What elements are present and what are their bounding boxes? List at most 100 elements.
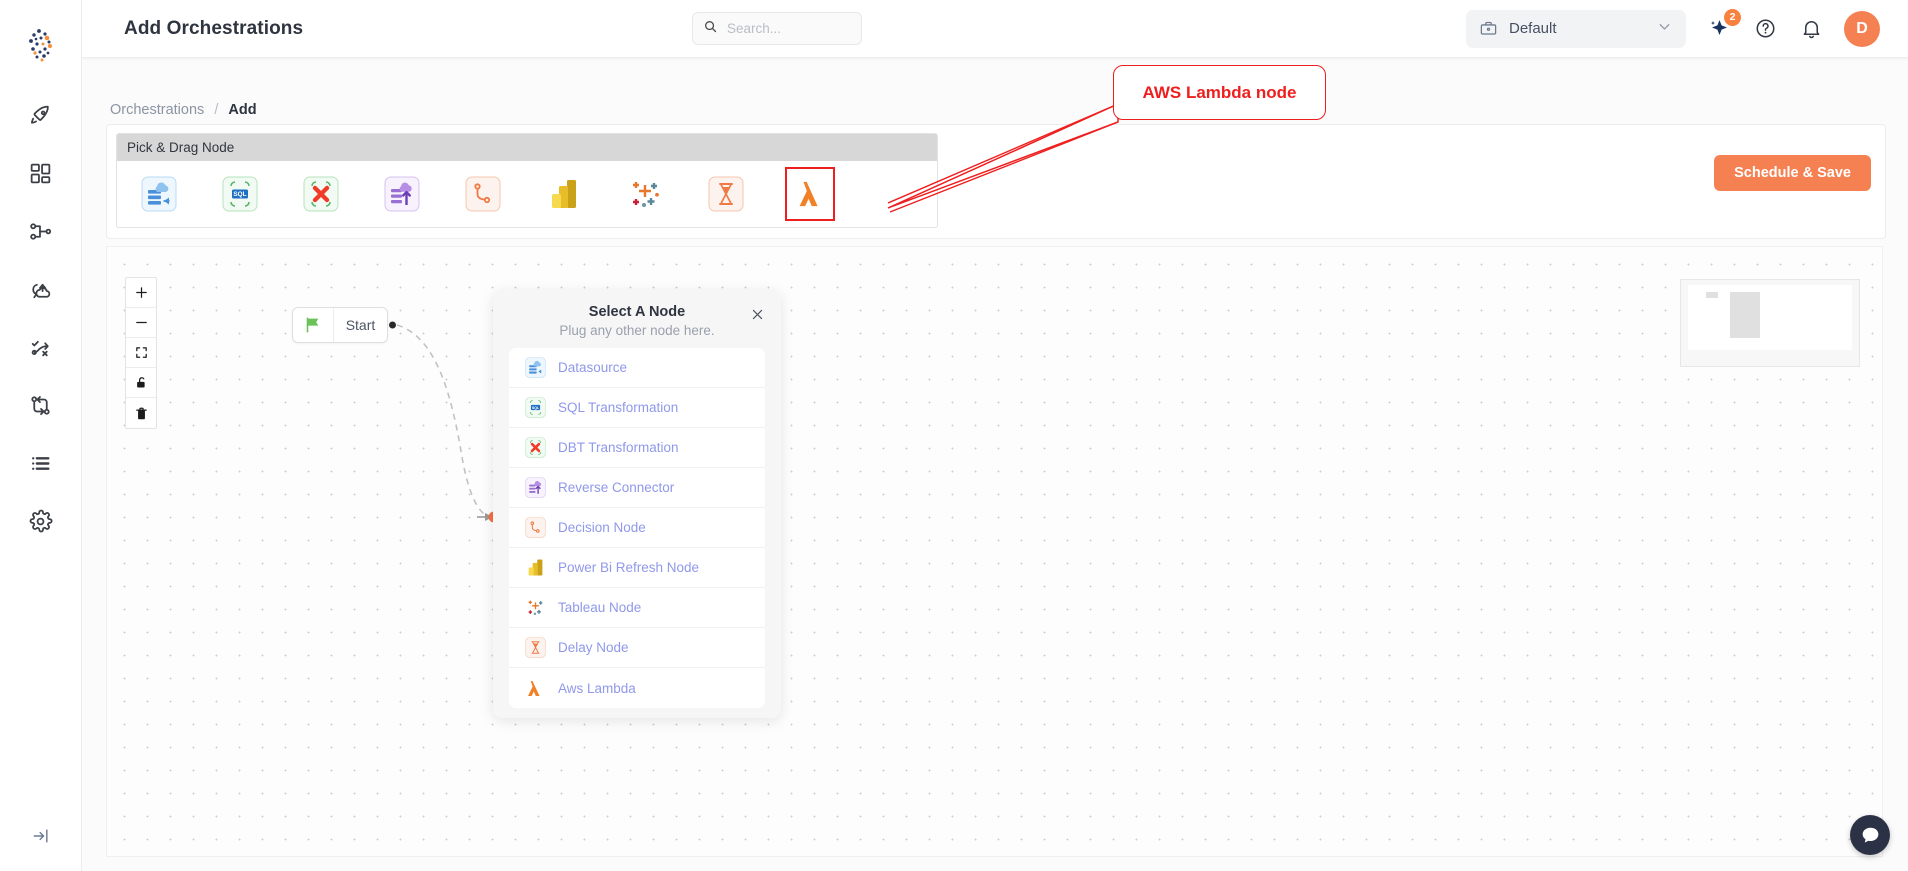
start-node-port[interactable] [389,321,396,329]
collapse-panel-icon[interactable] [24,823,58,849]
reverse-connector-icon [384,176,420,212]
breadcrumb-root[interactable]: Orchestrations [110,102,204,118]
node-option-decision-node[interactable]: Decision Node [509,508,765,548]
node-option-label: Aws Lambda [558,680,636,696]
avatar[interactable]: D [1844,10,1880,47]
breadcrumb: Orchestrations / Add [110,102,257,118]
fit-view-button[interactable] [126,338,156,368]
sidebar-item-launch[interactable] [20,100,62,130]
node-option-label: Datasource [558,360,628,375]
delay-node-icon [524,636,547,659]
palette-node-power-bi[interactable] [544,174,584,214]
node-option-sql-transformation[interactable]: SQL SQL Transformation [509,388,765,428]
palette-node-datasource[interactable] [139,174,179,214]
power-bi-icon [552,180,576,208]
palette-node-tableau[interactable] [625,174,665,214]
palette-node-decision-node[interactable] [463,174,503,214]
breadcrumb-current: Add [228,102,257,118]
schedule-save-button[interactable]: Schedule & Save [1714,155,1871,191]
ai-badge: 2 [1724,8,1741,26]
node-option-delay-node[interactable]: Delay Node [509,628,765,668]
node-option-label: SQL Transformation [558,400,679,415]
orchestration-canvas[interactable]: Start Select A Node Plug any other node … [106,246,1883,857]
node-option-aws-lambda[interactable]: Aws Lambda [509,668,765,708]
node-option-datasource[interactable]: Datasource [509,348,765,388]
search-input[interactable] [727,21,847,36]
briefcase-icon [1479,19,1498,38]
node-option-power-bi[interactable]: Power Bi Refresh Node [509,548,765,588]
zoom-in-button[interactable] [126,278,156,308]
svg-text:SQL: SQL [532,406,540,410]
node-option-dbt-transformation[interactable]: DBT Transformation [509,428,765,468]
node-option-tableau[interactable]: Tableau Node [509,588,765,628]
palette-node-sql-transformation[interactable]: SQL [220,174,260,214]
search-icon [703,19,718,39]
top-bar: Add Orchestrations Default 2 [82,0,1908,58]
palette-node-reverse-connector[interactable] [382,174,422,214]
popup-subtitle: Plug any other node here. [559,323,715,338]
breadcrumb-separator: / [214,102,219,118]
unlock-icon [136,377,145,388]
chevron-down-icon [1656,18,1673,40]
canvas-controls [125,277,157,429]
chat-bubble-icon[interactable] [1850,815,1890,855]
help-circle-icon [1755,19,1775,38]
datasource-icon [141,176,177,212]
dbt-transformation-icon [303,176,339,212]
sidebar-item-logs[interactable] [20,448,62,478]
sidebar-item-sync[interactable] [20,274,62,304]
aws-lambda-icon [799,181,818,207]
minimap-node-start [1706,292,1718,298]
node-palette-card: Pick & Drag Node SQL Schedule & Save [106,124,1886,239]
start-node[interactable]: Start [292,307,396,343]
svg-text:SQL: SQL [233,191,246,198]
sidebar-nav [20,100,62,536]
delete-button[interactable] [126,398,156,428]
sidebar-item-workflows[interactable] [20,332,62,362]
node-option-label: Delay Node [558,640,629,655]
workspace-selector[interactable]: Default [1466,9,1686,48]
start-node-label: Start [345,317,376,333]
search-box[interactable] [692,12,862,45]
palette-node-aws-lambda[interactable] [785,167,835,221]
decision-node-icon [465,176,501,212]
company-logo-icon[interactable] [19,22,63,66]
help-button[interactable] [1752,16,1778,42]
sql-transformation-icon: SQL [524,396,547,419]
palette-node-delay-node[interactable] [706,174,746,214]
node-option-label: DBT Transformation [558,440,679,455]
delay-node-icon [708,176,744,212]
palette-node-dbt-transformation[interactable] [301,174,341,214]
dbt-transformation-icon [524,436,547,459]
node-option-label: Decision Node [558,520,646,535]
zoom-out-button[interactable] [126,308,156,338]
node-option-label: Reverse Connector [558,480,675,495]
workspace-name: Default [1509,20,1557,37]
minimap-viewport [1688,285,1852,350]
ai-assistant-button[interactable]: 2 [1706,8,1741,42]
node-option-reverse-connector[interactable]: Reverse Connector [509,468,765,508]
sidebar-item-dashboard[interactable] [20,158,62,188]
notifications-button[interactable] [1798,16,1824,42]
sidebar-item-branches[interactable] [20,390,62,420]
trash-icon [135,407,147,419]
datasource-icon [524,356,547,379]
sql-transformation-icon: SQL [222,176,258,212]
sidebar-item-pipelines[interactable] [20,216,62,246]
tableau-icon [633,182,659,207]
top-bar-actions: Default 2 D [1466,8,1880,48]
minus-icon [135,321,147,324]
node-option-label: Tableau Node [558,600,642,615]
lock-canvas-button[interactable] [126,368,156,398]
sidebar-item-settings[interactable] [20,506,62,536]
fit-screen-icon [135,347,147,358]
main-content: Orchestrations / Add Pick & Drag Node SQ… [82,58,1908,871]
bell-icon [1803,21,1819,39]
left-sidebar [0,0,82,871]
minimap[interactable] [1680,279,1860,367]
popup-title: Select A Node [588,304,686,320]
node-option-label: Power Bi Refresh Node [558,560,700,575]
close-icon[interactable] [747,304,767,324]
node-options-list: Datasource SQL SQL Transformation DBT Tr… [509,348,765,708]
minimap-node-popup [1730,292,1760,338]
